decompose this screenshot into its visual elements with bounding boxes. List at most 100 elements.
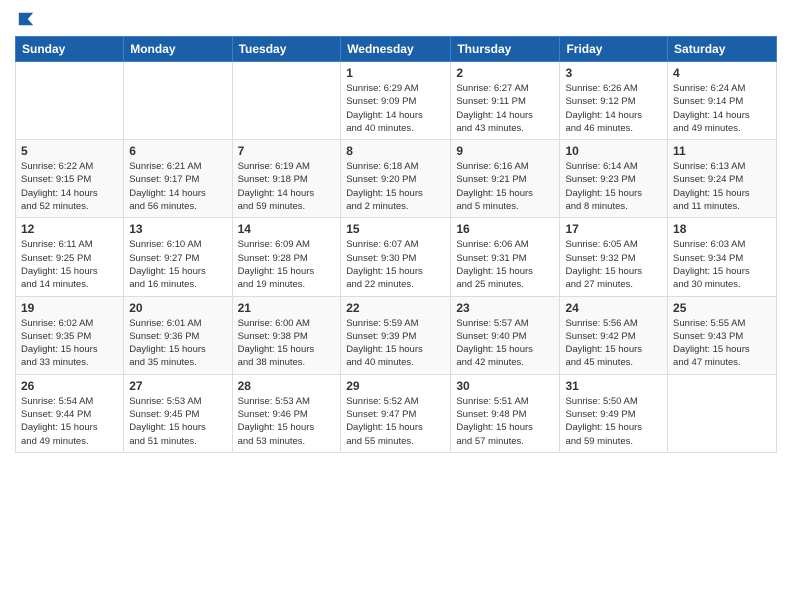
day-cell: 13 Sunrise: 6:10 AMSunset: 9:27 PMDayligh… — [124, 218, 232, 296]
day-number: 18 — [673, 222, 771, 236]
day-number: 26 — [21, 379, 118, 393]
weekday-header-thursday: Thursday — [451, 37, 560, 62]
day-number: 29 — [346, 379, 445, 393]
day-info: Sunrise: 6:10 AMSunset: 9:27 PMDaylight:… — [129, 238, 226, 291]
logo-flag-icon — [17, 10, 35, 28]
day-info: Sunrise: 5:57 AMSunset: 9:40 PMDaylight:… — [456, 317, 554, 370]
day-info: Sunrise: 6:07 AMSunset: 9:30 PMDaylight:… — [346, 238, 445, 291]
day-cell: 19 Sunrise: 6:02 AMSunset: 9:35 PMDayligh… — [16, 296, 124, 374]
day-number: 23 — [456, 301, 554, 315]
day-info: Sunrise: 5:59 AMSunset: 9:39 PMDaylight:… — [346, 317, 445, 370]
day-cell: 20 Sunrise: 6:01 AMSunset: 9:36 PMDayligh… — [124, 296, 232, 374]
logo — [15, 10, 35, 28]
day-number: 10 — [565, 144, 662, 158]
day-info: Sunrise: 6:05 AMSunset: 9:32 PMDaylight:… — [565, 238, 662, 291]
day-cell: 31Sunrise: 5:50 AMSunset: 9:49 PMDayligh… — [560, 374, 668, 452]
day-cell: 8 Sunrise: 6:18 AMSunset: 9:20 PMDaylight… — [341, 140, 451, 218]
day-info: Sunrise: 6:02 AMSunset: 9:35 PMDaylight:… — [21, 317, 118, 370]
day-number: 6 — [129, 144, 226, 158]
day-cell — [232, 62, 341, 140]
day-info: Sunrise: 6:16 AMSunset: 9:21 PMDaylight:… — [456, 160, 554, 213]
day-cell: 6 Sunrise: 6:21 AMSunset: 9:17 PMDaylight… — [124, 140, 232, 218]
day-number: 16 — [456, 222, 554, 236]
day-info: Sunrise: 6:09 AMSunset: 9:28 PMDaylight:… — [238, 238, 336, 291]
day-cell: 18Sunrise: 6:03 AMSunset: 9:34 PMDayligh… — [668, 218, 777, 296]
day-cell: 12 Sunrise: 6:11 AMSunset: 9:25 PMDayligh… — [16, 218, 124, 296]
week-row-2: 5 Sunrise: 6:22 AMSunset: 9:15 PMDaylight… — [16, 140, 777, 218]
day-cell: 21 Sunrise: 6:00 AMSunset: 9:38 PMDayligh… — [232, 296, 341, 374]
week-row-3: 12 Sunrise: 6:11 AMSunset: 9:25 PMDayligh… — [16, 218, 777, 296]
day-cell: 22 Sunrise: 5:59 AMSunset: 9:39 PMDayligh… — [341, 296, 451, 374]
calendar: SundayMondayTuesdayWednesdayThursdayFrid… — [15, 36, 777, 453]
day-number: 22 — [346, 301, 445, 315]
day-info: Sunrise: 5:51 AMSunset: 9:48 PMDaylight:… — [456, 395, 554, 448]
day-info: Sunrise: 5:56 AMSunset: 9:42 PMDaylight:… — [565, 317, 662, 370]
day-cell: 15Sunrise: 6:07 AMSunset: 9:30 PMDayligh… — [341, 218, 451, 296]
day-number: 31 — [565, 379, 662, 393]
day-cell: 28 Sunrise: 5:53 AMSunset: 9:46 PMDayligh… — [232, 374, 341, 452]
day-info: Sunrise: 5:54 AMSunset: 9:44 PMDaylight:… — [21, 395, 118, 448]
day-number: 3 — [565, 66, 662, 80]
day-info: Sunrise: 5:53 AMSunset: 9:45 PMDaylight:… — [129, 395, 226, 448]
day-cell — [668, 374, 777, 452]
day-cell: 26 Sunrise: 5:54 AMSunset: 9:44 PMDayligh… — [16, 374, 124, 452]
day-info: Sunrise: 6:21 AMSunset: 9:17 PMDaylight:… — [129, 160, 226, 213]
day-cell: 3 Sunrise: 6:26 AMSunset: 9:12 PMDaylight… — [560, 62, 668, 140]
day-info: Sunrise: 6:00 AMSunset: 9:38 PMDaylight:… — [238, 317, 336, 370]
page: SundayMondayTuesdayWednesdayThursdayFrid… — [0, 0, 792, 468]
day-info: Sunrise: 6:22 AMSunset: 9:15 PMDaylight:… — [21, 160, 118, 213]
day-number: 20 — [129, 301, 226, 315]
week-row-5: 26 Sunrise: 5:54 AMSunset: 9:44 PMDayligh… — [16, 374, 777, 452]
weekday-header-saturday: Saturday — [668, 37, 777, 62]
day-number: 30 — [456, 379, 554, 393]
day-number: 7 — [238, 144, 336, 158]
day-info: Sunrise: 6:06 AMSunset: 9:31 PMDaylight:… — [456, 238, 554, 291]
day-info: Sunrise: 6:19 AMSunset: 9:18 PMDaylight:… — [238, 160, 336, 213]
day-info: Sunrise: 5:52 AMSunset: 9:47 PMDaylight:… — [346, 395, 445, 448]
day-info: Sunrise: 6:01 AMSunset: 9:36 PMDaylight:… — [129, 317, 226, 370]
header — [15, 10, 777, 28]
day-number: 11 — [673, 144, 771, 158]
day-number: 21 — [238, 301, 336, 315]
day-number: 24 — [565, 301, 662, 315]
day-info: Sunrise: 5:53 AMSunset: 9:46 PMDaylight:… — [238, 395, 336, 448]
day-info: Sunrise: 6:24 AMSunset: 9:14 PMDaylight:… — [673, 82, 771, 135]
day-info: Sunrise: 6:14 AMSunset: 9:23 PMDaylight:… — [565, 160, 662, 213]
day-cell: 17 Sunrise: 6:05 AMSunset: 9:32 PMDayligh… — [560, 218, 668, 296]
day-cell: 9 Sunrise: 6:16 AMSunset: 9:21 PMDaylight… — [451, 140, 560, 218]
day-number: 8 — [346, 144, 445, 158]
day-info: Sunrise: 6:13 AMSunset: 9:24 PMDaylight:… — [673, 160, 771, 213]
day-cell: 30 Sunrise: 5:51 AMSunset: 9:48 PMDayligh… — [451, 374, 560, 452]
day-cell: 2Sunrise: 6:27 AMSunset: 9:11 PMDaylight… — [451, 62, 560, 140]
day-info: Sunrise: 5:55 AMSunset: 9:43 PMDaylight:… — [673, 317, 771, 370]
day-number: 25 — [673, 301, 771, 315]
day-cell: 27 Sunrise: 5:53 AMSunset: 9:45 PMDayligh… — [124, 374, 232, 452]
day-number: 5 — [21, 144, 118, 158]
day-cell: 7 Sunrise: 6:19 AMSunset: 9:18 PMDaylight… — [232, 140, 341, 218]
day-number: 19 — [21, 301, 118, 315]
day-info: Sunrise: 6:29 AMSunset: 9:09 PMDaylight:… — [346, 82, 445, 135]
day-cell: 10 Sunrise: 6:14 AMSunset: 9:23 PMDayligh… — [560, 140, 668, 218]
week-row-4: 19 Sunrise: 6:02 AMSunset: 9:35 PMDayligh… — [16, 296, 777, 374]
day-number: 12 — [21, 222, 118, 236]
day-cell: 14 Sunrise: 6:09 AMSunset: 9:28 PMDayligh… — [232, 218, 341, 296]
day-cell: 16 Sunrise: 6:06 AMSunset: 9:31 PMDayligh… — [451, 218, 560, 296]
day-cell: 5 Sunrise: 6:22 AMSunset: 9:15 PMDaylight… — [16, 140, 124, 218]
weekday-header-monday: Monday — [124, 37, 232, 62]
day-info: Sunrise: 6:26 AMSunset: 9:12 PMDaylight:… — [565, 82, 662, 135]
weekday-header-friday: Friday — [560, 37, 668, 62]
day-number: 13 — [129, 222, 226, 236]
day-number: 28 — [238, 379, 336, 393]
day-number: 2 — [456, 66, 554, 80]
day-cell: 29 Sunrise: 5:52 AMSunset: 9:47 PMDayligh… — [341, 374, 451, 452]
day-number: 9 — [456, 144, 554, 158]
day-number: 4 — [673, 66, 771, 80]
day-number: 14 — [238, 222, 336, 236]
day-number: 1 — [346, 66, 445, 80]
day-number: 17 — [565, 222, 662, 236]
weekday-header-row: SundayMondayTuesdayWednesdayThursdayFrid… — [16, 37, 777, 62]
day-info: Sunrise: 6:11 AMSunset: 9:25 PMDaylight:… — [21, 238, 118, 291]
day-number: 27 — [129, 379, 226, 393]
day-info: Sunrise: 6:18 AMSunset: 9:20 PMDaylight:… — [346, 160, 445, 213]
day-cell: 4 Sunrise: 6:24 AMSunset: 9:14 PMDaylight… — [668, 62, 777, 140]
